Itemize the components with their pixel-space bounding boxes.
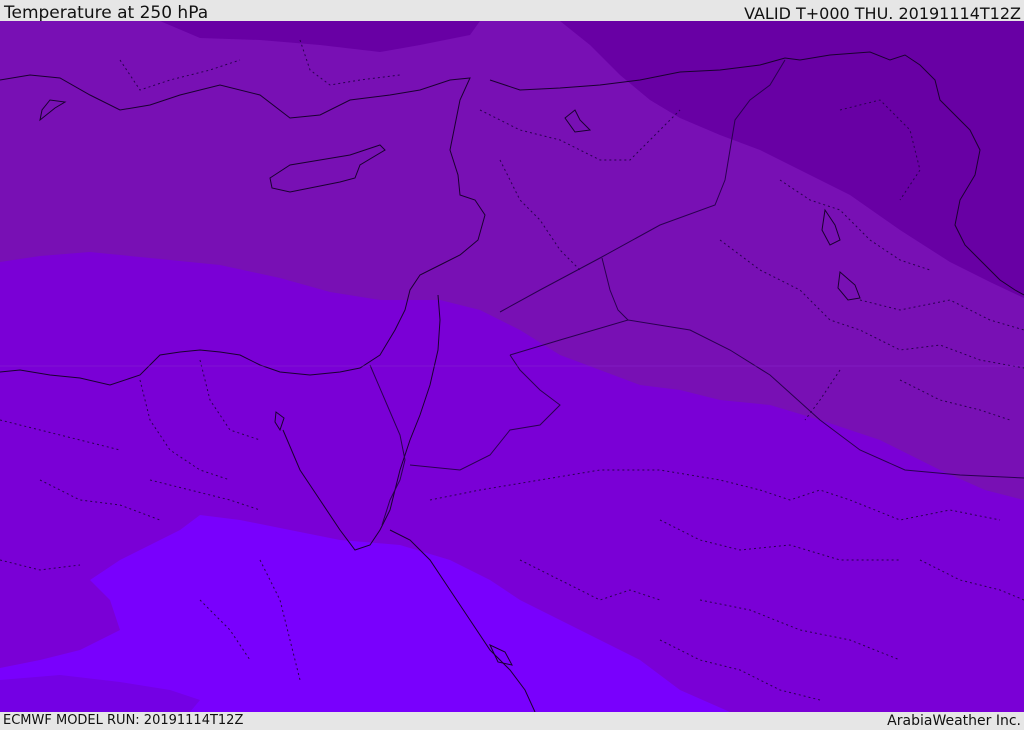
model-run-label: ECMWF MODEL RUN: 20191114T12Z [3,713,244,728]
header-bar: Temperature at 250 hPa VALID T+000 THU. … [0,0,1024,23]
map-title: Temperature at 250 hPa [4,3,209,23]
brand-label: ArabiaWeather Inc. [887,713,1021,729]
footer-bar: ECMWF MODEL RUN: 20191114T12Z ArabiaWeat… [0,712,1024,729]
map-canvas[interactable] [0,21,1024,712]
